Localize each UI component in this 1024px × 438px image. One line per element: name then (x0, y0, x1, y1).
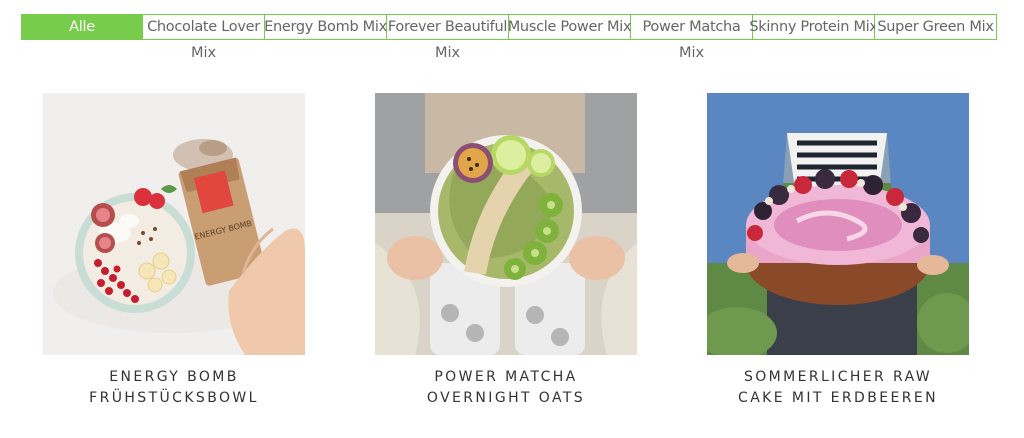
recipe-title[interactable]: SOMMERLICHER RAW CAKE MIT ERDBEEREN (707, 367, 969, 409)
filter-tab-chocolate-lover-mix[interactable]: Chocolate Lover Mix (143, 14, 265, 61)
recipe-image-energy-bomb-bowl[interactable]: ENERGY BOMB (43, 93, 305, 355)
filter-tab-label-line2: Mix (678, 45, 705, 61)
recipe-image-power-matcha-oats[interactable] (375, 93, 637, 355)
recipe-card-raw-cake[interactable]: SOMMERLICHER RAW CAKE MIT ERDBEEREN (707, 93, 969, 409)
recipe-title-line1: ENERGY BOMB (109, 369, 239, 385)
filter-tab-label: Super Green Mix (877, 19, 994, 35)
filter-tab-label-line2: Mix (190, 45, 217, 61)
recipe-card-energy-bomb[interactable]: ENERGY BOMB ENERGY BOMB FRÜHSTÜCKSBOWL (43, 93, 305, 409)
recipe-title-line2: OVERNIGHT OATS (426, 390, 586, 406)
filter-tab-label-line2: Mix (434, 45, 461, 61)
filter-tab-skinny-protein-mix[interactable]: Skinny Protein Mix (749, 14, 878, 40)
filter-tab-power-matcha-mix[interactable]: Power Matcha Mix (631, 14, 753, 61)
filter-tab-label: Energy Bomb Mix (264, 19, 387, 35)
filter-tab-label: Forever Beautiful (387, 19, 508, 35)
filter-tab-super-green-mix[interactable]: Super Green Mix (875, 14, 997, 40)
filter-tab-label: Skinny Protein Mix (749, 19, 878, 35)
recipe-filter-bar: Alle Chocolate Lover Mix Energy Bomb Mix… (21, 14, 997, 61)
filter-tab-alle[interactable]: Alle (21, 14, 143, 40)
recipe-title-line1: POWER MATCHA (434, 369, 578, 385)
recipe-title[interactable]: ENERGY BOMB FRÜHSTÜCKSBOWL (43, 367, 305, 409)
recipe-title[interactable]: POWER MATCHA OVERNIGHT OATS (375, 367, 637, 409)
filter-tab-muscle-power-mix[interactable]: Muscle Power Mix (507, 14, 632, 40)
filter-tab-label: Power Matcha (642, 19, 741, 35)
filter-tab-label: Muscle Power Mix (507, 19, 632, 35)
recipe-title-line1: SOMMERLICHER RAW (743, 369, 933, 385)
filter-tab-forever-beautiful-mix[interactable]: Forever Beautiful Mix (387, 14, 509, 61)
filter-tab-label: Chocolate Lover (147, 19, 260, 35)
recipe-card-power-matcha[interactable]: POWER MATCHA OVERNIGHT OATS (375, 93, 637, 409)
recipe-title-line2: FRÜHSTÜCKSBOWL (89, 390, 259, 406)
filter-tab-label: Alle (69, 19, 95, 35)
filter-tab-energy-bomb-mix[interactable]: Energy Bomb Mix (264, 14, 387, 40)
recipe-title-line2: CAKE MIT ERDBEEREN (738, 390, 938, 406)
recipe-image-raw-cake[interactable] (707, 93, 969, 355)
